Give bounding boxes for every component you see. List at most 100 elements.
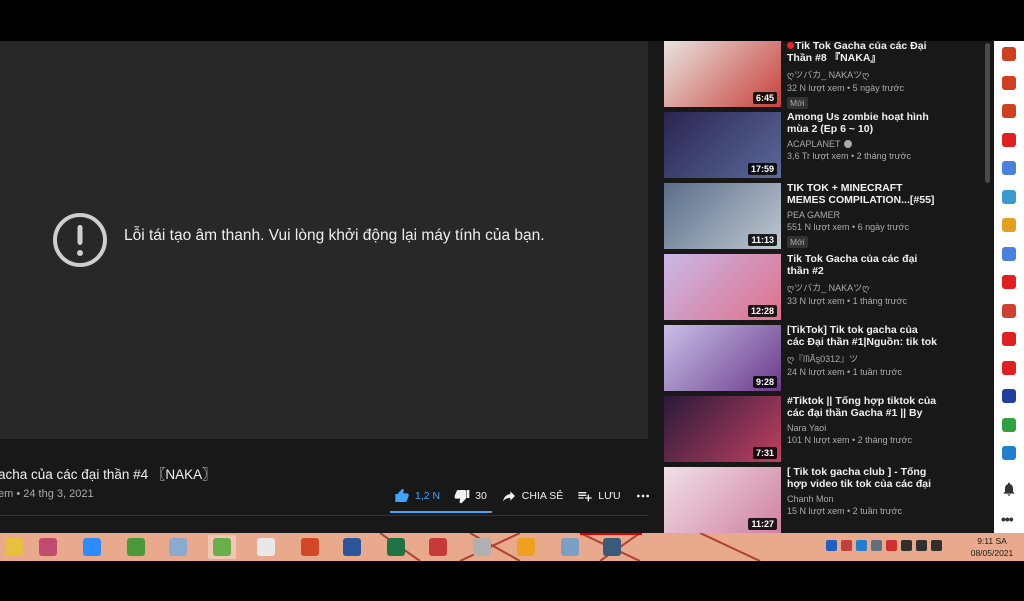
channel-name[interactable]: Nara Yaoi [787, 423, 937, 433]
more-icon[interactable]: ••• [1001, 511, 1014, 527]
channel-name[interactable]: ღツバカ_ NAKAツღ [787, 68, 937, 81]
app-tray-icon[interactable] [856, 540, 867, 551]
note-icon[interactable] [1002, 218, 1016, 232]
youtube-icon[interactable] [1002, 360, 1016, 375]
related-video-title[interactable]: Among Us zombie hoạt hình mùa 2 (Ep 6 ~ … [787, 112, 937, 135]
channel-name[interactable]: ღ『ᗰÃȿ0312』ツ [787, 352, 937, 365]
related-video-item[interactable]: 12:28 Tik Tok Gacha của các đại thần #2 … [664, 254, 944, 320]
related-video-item[interactable]: 11:27 [ Tik tok gacha club ] - Tổng hợp … [664, 467, 944, 533]
channel-name[interactable]: ACAPLANET [787, 139, 937, 149]
save-button[interactable]: LƯU [577, 488, 621, 504]
video-info: [TikTok] Tik tok gacha của các Đại thần … [787, 325, 937, 377]
taskbar-zoom-icon[interactable] [78, 535, 106, 559]
maps-icon[interactable] [1002, 417, 1016, 432]
taskbar-excel-icon[interactable] [382, 535, 410, 559]
video-thumbnail[interactable]: 7:31 [664, 396, 781, 462]
taskbar-app-red-icon[interactable] [424, 535, 452, 559]
globe-icon[interactable] [1002, 189, 1016, 204]
more-actions-button[interactable] [635, 488, 651, 504]
video-player[interactable]: Lỗi tái tạo âm thanh. Vui lòng khởi động… [0, 41, 648, 439]
leaf-icon-3[interactable] [1002, 104, 1016, 118]
taskbar-powerpoint-icon[interactable] [296, 535, 324, 559]
video-info: Tik Tok Gacha của các Đại Thần #8 『NAKA』… [787, 41, 937, 111]
bell-icon[interactable] [1001, 481, 1017, 497]
volume-icon[interactable] [916, 540, 927, 551]
related-video-item[interactable]: 9:28 [TikTok] Tik tok gacha của các Đại … [664, 325, 944, 391]
related-video-item[interactable]: 11:13 TIK TOK + MINECRAFT MEMES COMPILAT… [664, 183, 944, 249]
taskbar-word-icon[interactable] [338, 535, 366, 559]
related-video-item[interactable]: 6:45 Tik Tok Gacha của các Đại Thần #8 『… [664, 41, 944, 109]
video-info: TIK TOK + MINECRAFT MEMES COMPILATION...… [787, 183, 937, 250]
flag-icon[interactable] [931, 540, 942, 551]
translate-icon[interactable] [1002, 161, 1016, 175]
related-video-item[interactable]: 7:31 #Tiktok || Tổng hợp tiktok của các … [664, 396, 944, 462]
channel-name[interactable]: Chanh Mon [787, 494, 937, 504]
taskbar-app-photos-icon[interactable] [556, 535, 584, 559]
related-video-title[interactable]: #Tiktok || Tổng hợp tiktok của các đại t… [787, 396, 937, 419]
pinterest-icon[interactable] [1002, 275, 1016, 289]
like-button[interactable]: 1,2 N [394, 488, 440, 504]
file-explorer-glyph [5, 538, 23, 556]
text-t-icon[interactable] [1002, 132, 1016, 147]
sale-icon[interactable] [1002, 446, 1016, 460]
leaf-icon-1[interactable] [1002, 47, 1016, 61]
video-thumbnail[interactable]: 11:13 [664, 183, 781, 249]
cloud-icon[interactable] [826, 540, 837, 551]
video-info: Tik Tok Gacha của các đại thần #2 ღツバカ_ … [787, 254, 937, 306]
taskbar-paint-icon[interactable] [164, 535, 192, 559]
excel-glyph [387, 538, 405, 556]
word-glyph [343, 538, 361, 556]
video-thumbnail[interactable]: 12:28 [664, 254, 781, 320]
app-photos-glyph [561, 538, 579, 556]
app-red-glyph [429, 538, 447, 556]
page-scrollbar-thumb[interactable] [985, 43, 990, 183]
video-thumbnail[interactable]: 9:28 [664, 325, 781, 391]
clock-date: 08/05/2021 [970, 548, 1014, 558]
share-button[interactable]: CHIA SẺ [501, 488, 563, 504]
related-video-title-text: [TikTok] Tik tok gacha của các Đại thần … [787, 325, 937, 348]
taskbar-app-android-icon[interactable] [208, 535, 236, 559]
taskbar-chrome-icon[interactable] [252, 535, 280, 559]
dislike-ratio-bar [487, 511, 492, 513]
translate-g-icon[interactable] [1002, 246, 1016, 261]
related-video-title-text: #Tiktok || Tổng hợp tiktok của các đại t… [787, 396, 937, 419]
taskbar-app-globe-icon[interactable] [598, 535, 626, 559]
video-duration: 9:28 [752, 376, 777, 388]
taskbar-app-notes-icon[interactable] [512, 535, 540, 559]
video-thumbnail[interactable]: 6:45 [664, 41, 781, 107]
clock[interactable]: 9:11 SA 08/05/2021 [964, 535, 1020, 559]
wifi-icon[interactable] [901, 540, 912, 551]
video-thumbnail[interactable]: 17:59 [664, 112, 781, 178]
related-video-item[interactable]: 17:59 Among Us zombie hoạt hình mùa 2 (E… [664, 112, 944, 178]
taskbar-app-sketch-icon[interactable] [468, 535, 496, 559]
related-video-title[interactable]: Tik Tok Gacha của các Đại Thần #8 『NAKA』 [787, 41, 937, 64]
related-video-title[interactable]: Tik Tok Gacha của các đại thần #2 [787, 254, 937, 277]
dislike-button[interactable]: 30 [454, 488, 487, 504]
related-video-title[interactable]: TIK TOK + MINECRAFT MEMES COMPILATION...… [787, 183, 937, 206]
video-thumbnail[interactable]: 11:27 [664, 467, 781, 533]
vivaldi-icon[interactable] [886, 540, 897, 551]
new-badge: Mới [787, 236, 808, 248]
app-globe-glyph [603, 538, 621, 556]
related-video-title-text: Among Us zombie hoạt hình mùa 2 (Ep 6 ~ … [787, 112, 929, 135]
taskbar-file-explorer-icon[interactable] [0, 535, 28, 559]
vtv-icon[interactable] [1002, 389, 1016, 403]
taskbar-snipping-tool-icon[interactable] [34, 535, 62, 559]
channel-name-text: ღ『ᗰÃȿ0312』ツ [787, 354, 859, 364]
app-tray-icon-2[interactable] [871, 540, 882, 551]
gmail-icon[interactable] [1002, 303, 1016, 318]
video-stats: 551 N lượt xem • 6 ngày trước [787, 222, 910, 232]
taskbar-app-green-icon[interactable] [122, 535, 150, 559]
related-video-title-text: Tik Tok Gacha của các Đại Thần #8 『NAKA』 [787, 41, 927, 64]
related-video-title[interactable]: [TikTok] Tik tok gacha của các Đại thần … [787, 325, 937, 348]
channel-name[interactable]: PEA GAMER [787, 210, 937, 220]
network-icon[interactable] [841, 540, 852, 551]
leaf-icon-2[interactable] [1002, 75, 1016, 90]
app-green-glyph [127, 538, 145, 556]
channel-name[interactable]: ღツバカ_ NAKAツღ [787, 281, 937, 294]
video-duration: 17:59 [747, 163, 777, 175]
opera-icon[interactable] [1002, 332, 1016, 346]
app-notes-glyph [517, 538, 535, 556]
related-video-title[interactable]: [ Tik tok gacha club ] - Tổng hợp video … [787, 467, 937, 490]
chrome-glyph [257, 538, 275, 556]
